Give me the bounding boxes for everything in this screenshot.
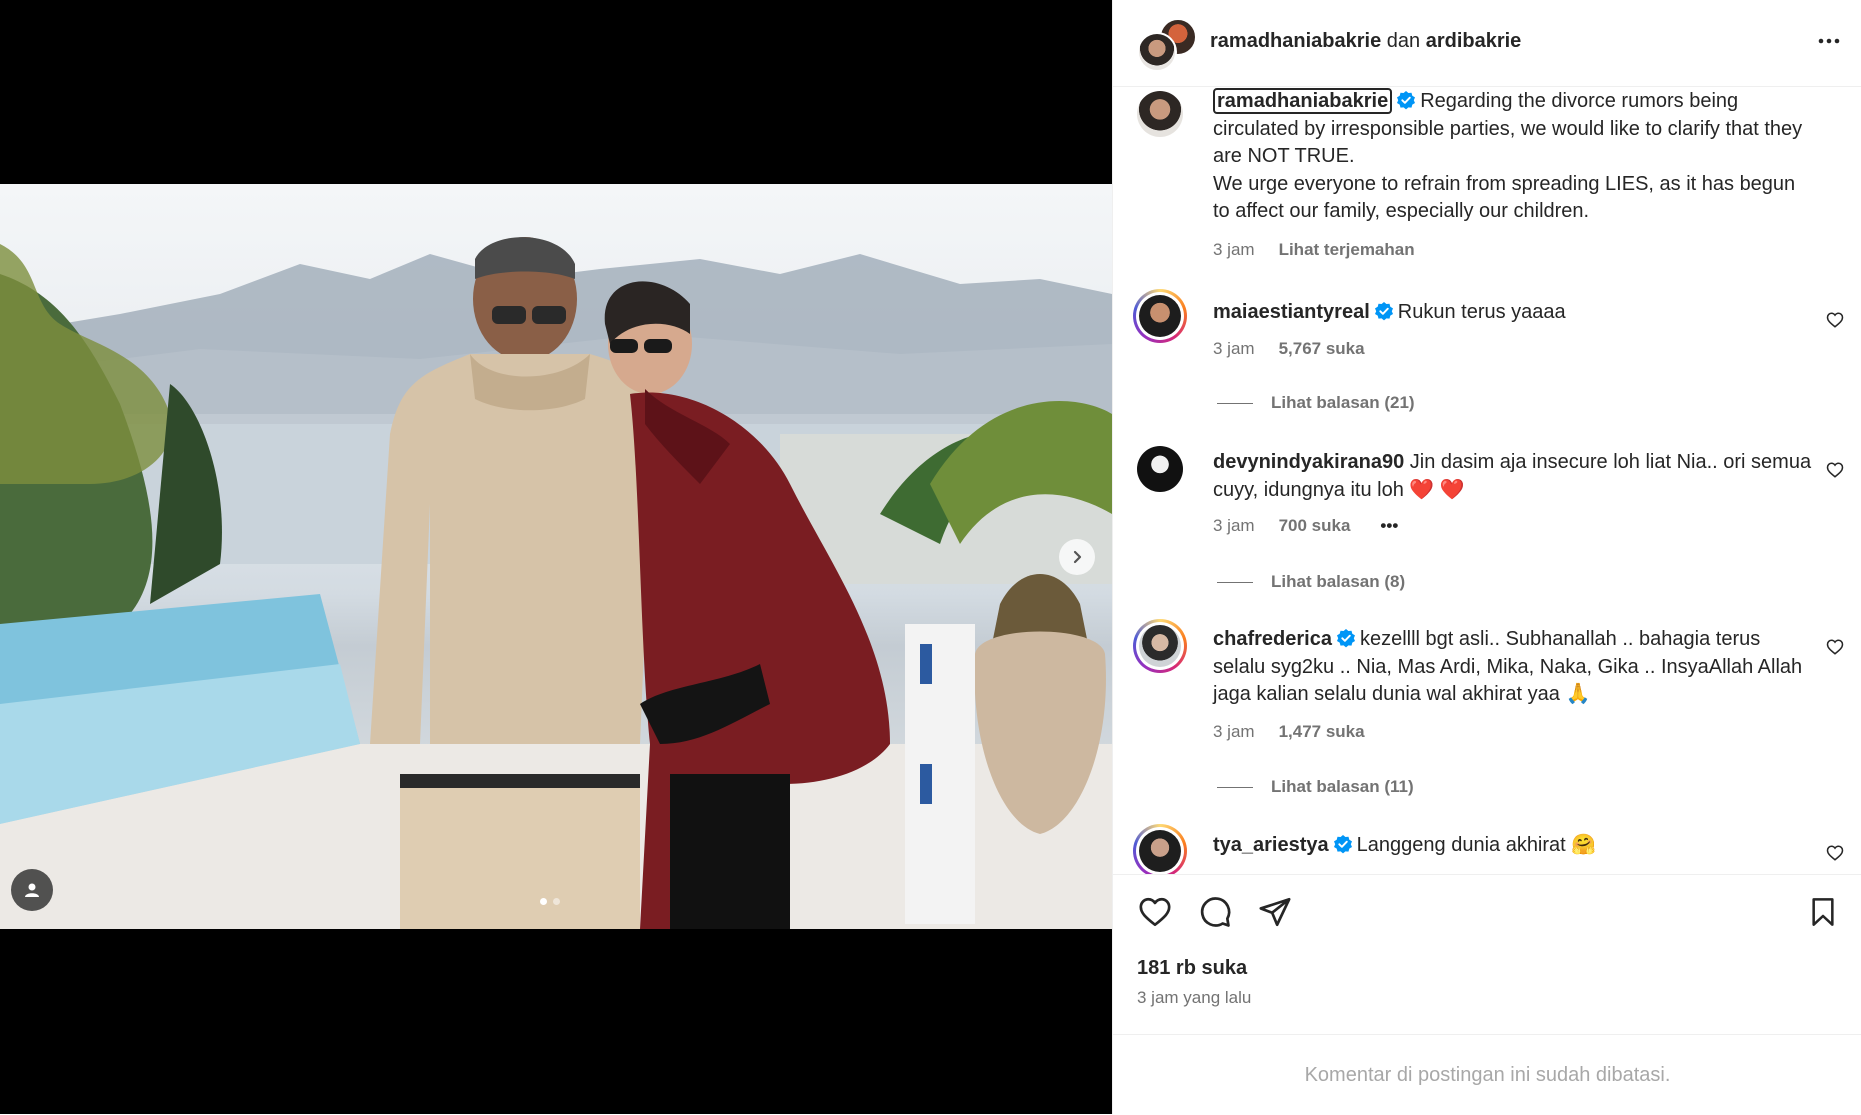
comment-icon[interactable]	[1197, 895, 1233, 929]
avatar-ramadhaniabakrie	[1137, 32, 1177, 72]
comment-username[interactable]: maiaestiantyreal	[1213, 301, 1370, 323]
heart-outline-icon[interactable]	[1826, 638, 1844, 656]
post-authors: ramadhaniabakrie dan ardibakrie	[1210, 30, 1521, 53]
caption-meta: 3 jam Lihat terjemahan	[1213, 240, 1415, 260]
carousel-indicator	[540, 898, 560, 905]
comment-meta: 3 jam 5,767 suka	[1213, 339, 1365, 359]
comment-likes[interactable]: 5,767 suka	[1279, 339, 1365, 359]
translate-link[interactable]: Lihat terjemahan	[1279, 240, 1415, 260]
comment-text: tya_ariestya Langgeng dunia akhirat 🤗	[1213, 832, 1813, 860]
replies-label: Lihat balasan (11)	[1271, 777, 1414, 796]
comment-username[interactable]: tya_ariestya	[1213, 834, 1329, 856]
caption-time[interactable]: 3 jam	[1213, 240, 1255, 260]
comment-avatar-ring[interactable]	[1133, 289, 1187, 343]
caption-text: ramadhaniabakrie Regarding the divorce ru…	[1213, 88, 1813, 226]
verified-badge-icon	[1336, 629, 1355, 648]
comment-time[interactable]: 3 jam	[1213, 516, 1255, 536]
carousel-dot-1	[540, 898, 547, 905]
comment-avatar[interactable]	[1137, 446, 1183, 492]
heart-outline-icon[interactable]	[1826, 311, 1844, 329]
replies-line	[1217, 402, 1253, 404]
replies-line	[1217, 581, 1253, 583]
comment-likes[interactable]: 1,477 suka	[1279, 722, 1365, 742]
post-side-panel: ramadhaniabakrie dan ardibakrie ramadhan…	[1112, 0, 1861, 1114]
post-likes-count[interactable]: 181 rb suka	[1137, 957, 1247, 980]
comment-text: devynindyakirana90 Jin dasim aja insecur…	[1213, 449, 1813, 504]
post-header: ramadhaniabakrie dan ardibakrie	[1113, 0, 1861, 87]
send-icon[interactable]	[1257, 895, 1293, 929]
carousel-next-button[interactable]	[1059, 539, 1095, 575]
view-replies-button[interactable]: Lihat balasan (8)	[1217, 572, 1405, 592]
comment-avatar	[1139, 830, 1181, 872]
comment-body: Rukun terus yaaaa	[1397, 301, 1566, 323]
author-link-1[interactable]: ramadhaniabakrie	[1210, 30, 1381, 52]
verified-badge-icon	[1333, 835, 1352, 854]
post-photo	[0, 184, 1112, 929]
more-horizontal-icon	[1818, 38, 1840, 44]
avatar-ring-inner	[1136, 827, 1184, 874]
comment-avatar-ring[interactable]	[1133, 619, 1187, 673]
chevron-right-icon	[1073, 550, 1082, 564]
post-media	[0, 0, 1112, 1114]
avatar-ring-inner	[1136, 622, 1184, 670]
comment-options-button[interactable]: •••	[1380, 516, 1398, 536]
replies-label: Lihat balasan (8)	[1271, 572, 1406, 591]
user-tag-icon	[25, 883, 39, 897]
comment-emoji: ❤️ ❤️	[1409, 478, 1465, 501]
comment-avatar	[1139, 625, 1181, 667]
verified-badge-icon	[1374, 302, 1393, 321]
comment-body: Langgeng dunia akhirat	[1356, 834, 1566, 856]
verified-badge-icon	[1397, 91, 1416, 110]
caption-avatar[interactable]	[1137, 91, 1183, 137]
caption-body-2: We urge everyone to refrain from spreadi…	[1213, 172, 1796, 223]
heart-outline-icon[interactable]	[1137, 895, 1173, 929]
comments-limited-notice: Komentar di postingan ini sudah dibatasi…	[1113, 1034, 1861, 1115]
comment-text: chafrederica kezellll bgt asli.. Subhanal…	[1213, 626, 1813, 709]
comment-username[interactable]: devynindyakirana90	[1213, 451, 1404, 473]
replies-label: Lihat balasan (21)	[1271, 393, 1415, 412]
comment-time[interactable]: 3 jam	[1213, 339, 1255, 359]
comment-text: maiaestiantyreal Rukun terus yaaaa	[1213, 299, 1813, 327]
post-timestamp[interactable]: 3 jam yang lalu	[1137, 988, 1251, 1008]
view-replies-button[interactable]: Lihat balasan (21)	[1217, 393, 1415, 413]
comment-meta: 3 jam 1,477 suka	[1213, 722, 1365, 742]
comment-avatar	[1139, 295, 1181, 337]
tagged-users-button[interactable]	[11, 869, 53, 911]
author-link-2[interactable]: ardibakrie	[1426, 30, 1522, 52]
bookmark-icon[interactable]	[1807, 895, 1839, 929]
more-options-button[interactable]	[1816, 28, 1842, 59]
view-replies-button[interactable]: Lihat balasan (11)	[1217, 777, 1414, 797]
comment-emoji: 🙏	[1565, 683, 1591, 705]
comment-meta: 3 jam 700 suka •••	[1213, 516, 1398, 536]
comment-avatar-ring[interactable]	[1133, 824, 1187, 874]
comments-section[interactable]: ramadhaniabakrie Regarding the divorce ru…	[1113, 87, 1861, 874]
comment-time[interactable]: 3 jam	[1213, 722, 1255, 742]
replies-line	[1217, 786, 1253, 788]
comment-likes[interactable]: 700 suka	[1279, 516, 1351, 536]
comment-username[interactable]: chafrederica	[1213, 628, 1332, 650]
heart-outline-icon[interactable]	[1826, 461, 1844, 479]
carousel-dot-2	[553, 898, 560, 905]
post-actions-bar	[1113, 874, 1861, 935]
collab-avatars[interactable]	[1137, 18, 1197, 72]
avatar-ring-inner	[1136, 292, 1184, 340]
heart-outline-icon[interactable]	[1826, 844, 1844, 862]
authors-connector: dan	[1386, 30, 1421, 52]
comment-emoji: 🤗	[1571, 834, 1597, 856]
caption-username[interactable]: ramadhaniabakrie	[1213, 88, 1393, 114]
